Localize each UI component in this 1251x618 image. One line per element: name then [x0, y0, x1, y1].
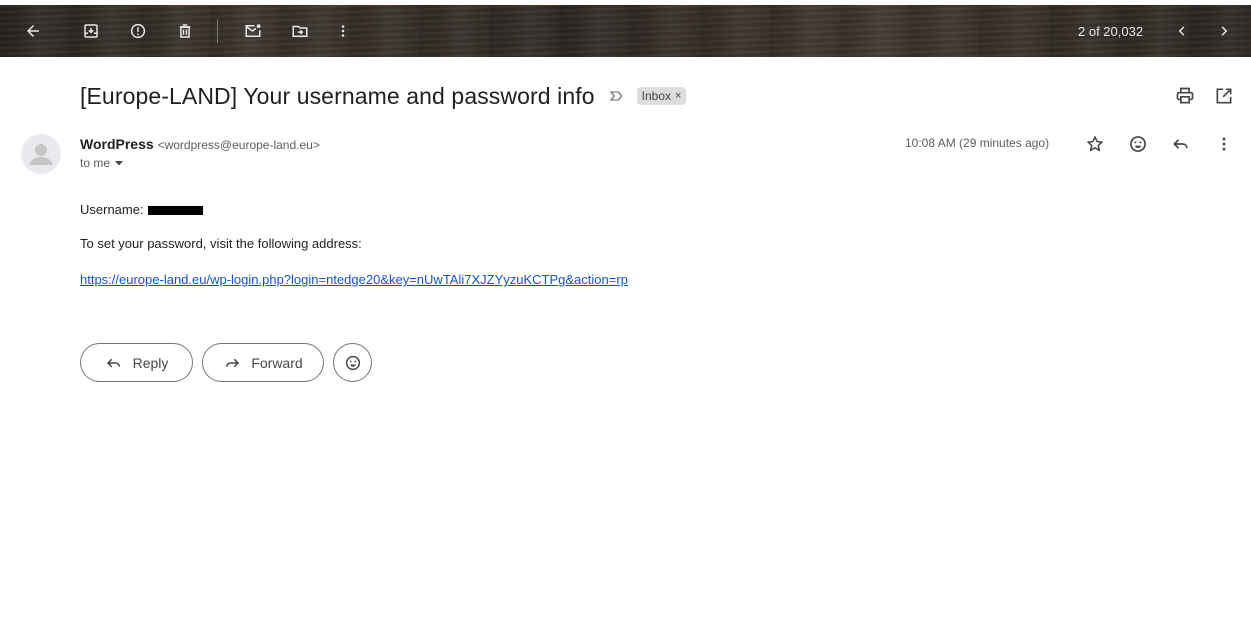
- sender-email: <wordpress@europe-land.eu>: [157, 138, 320, 152]
- password-reset-link[interactable]: https://europe-land.eu/wp-login.php?logi…: [80, 272, 628, 287]
- emoji-reaction-icon[interactable]: [1126, 132, 1150, 156]
- print-icon[interactable]: [1175, 86, 1195, 106]
- more-options-icon[interactable]: [1212, 132, 1236, 156]
- subject-row: [Europe-LAND] Your username and password…: [80, 81, 687, 111]
- reply-arrow-icon: [106, 358, 120, 367]
- email-subject: [Europe-LAND] Your username and password…: [80, 82, 595, 109]
- username-label: Username:: [80, 202, 144, 217]
- mark-unread-icon[interactable]: [241, 19, 265, 43]
- forward-arrow-icon: [226, 358, 240, 367]
- message-toolbar: 2 of 20,032: [0, 5, 1251, 57]
- sender-avatar[interactable]: [21, 134, 61, 174]
- reply-button[interactable]: Reply: [80, 343, 193, 382]
- recipient-details[interactable]: to me: [80, 156, 124, 170]
- sender-name[interactable]: WordPress: [80, 136, 154, 152]
- star-icon[interactable]: [1083, 132, 1107, 156]
- redacted-username: [147, 206, 203, 216]
- recipient-text: to me: [80, 156, 111, 170]
- open-in-new-window-icon[interactable]: [1214, 86, 1234, 106]
- password-instruction: To set your password, visit the followin…: [80, 236, 362, 251]
- sender-info: WordPress <wordpress@europe-land.eu>: [80, 136, 320, 152]
- chevron-right-icon[interactable]: [1212, 19, 1236, 43]
- forward-button[interactable]: Forward: [202, 343, 324, 382]
- reply-icon[interactable]: [1169, 132, 1193, 156]
- reply-label: Reply: [132, 354, 169, 371]
- chevron-left-icon[interactable]: [1170, 19, 1194, 43]
- important-marker-icon[interactable]: [609, 88, 625, 104]
- remove-label-icon[interactable]: ×: [675, 90, 681, 102]
- default-avatar-icon: [29, 144, 53, 165]
- add-reaction-button[interactable]: [333, 343, 372, 382]
- more-vert-icon[interactable]: [331, 19, 355, 43]
- password-reset-link-line: https://europe-land.eu/wp-login.php?logi…: [80, 272, 628, 287]
- forward-label: Forward: [251, 354, 303, 371]
- pager-count: 2 of 20,032: [1078, 24, 1144, 39]
- move-to-icon[interactable]: [288, 19, 312, 43]
- inbox-label-text: Inbox: [641, 89, 671, 103]
- back-arrow-icon[interactable]: [21, 19, 45, 43]
- report-spam-icon[interactable]: [126, 19, 150, 43]
- toolbar-divider: [217, 19, 218, 43]
- caret-down-icon[interactable]: [114, 158, 124, 168]
- username-line: Username:: [80, 202, 203, 217]
- archive-icon[interactable]: [79, 19, 103, 43]
- emoji-icon: [345, 355, 360, 370]
- inbox-label-chip[interactable]: Inbox ×: [636, 87, 687, 105]
- delete-icon[interactable]: [173, 19, 197, 43]
- message-timestamp: 10:08 AM (29 minutes ago): [905, 136, 1050, 150]
